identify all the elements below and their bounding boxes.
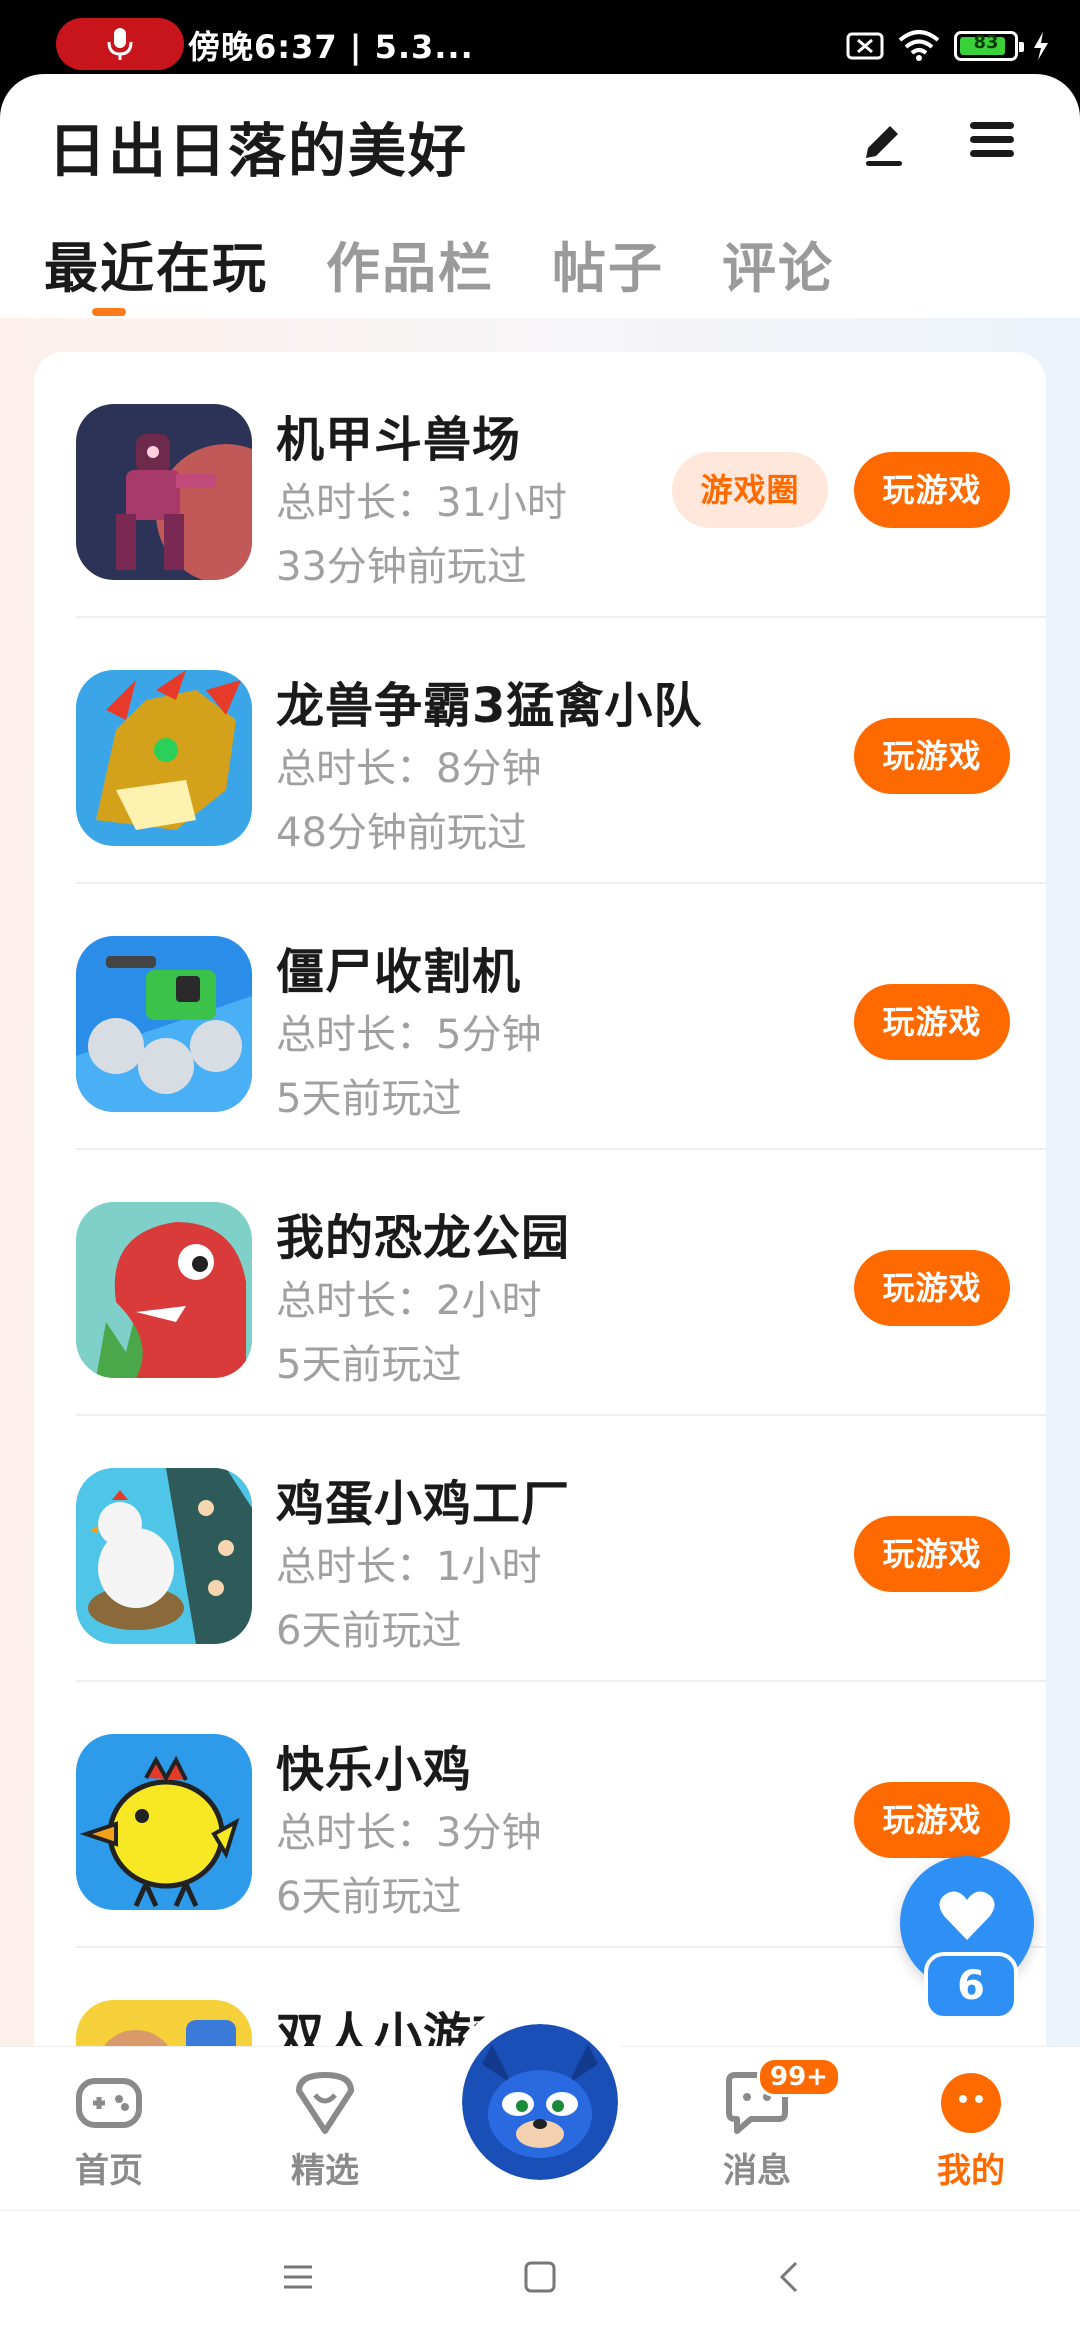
profile-icon bbox=[935, 2067, 1007, 2139]
play-game-button[interactable]: 玩游戏 bbox=[854, 1516, 1010, 1592]
home-button[interactable] bbox=[520, 2257, 560, 2297]
game-duration: 总时长：5分钟 bbox=[276, 1012, 542, 1058]
game-last-played: 5天前玩过 bbox=[276, 1342, 462, 1388]
heart-badge-icon bbox=[289, 2067, 361, 2139]
profile-tabs: 最近在玩 作品栏 帖子 评论 bbox=[44, 224, 892, 303]
page-title: 日出日落的美好 bbox=[48, 117, 469, 185]
battery-icon: 83 bbox=[954, 31, 1024, 61]
game-title: 机甲斗兽场 bbox=[276, 412, 522, 468]
wifi-icon bbox=[898, 30, 940, 61]
play-game-button[interactable]: 玩游戏 bbox=[854, 1782, 1010, 1858]
sim-x-icon bbox=[846, 32, 884, 60]
game-thumbnail[interactable] bbox=[76, 670, 252, 846]
game-duration: 总时长：8分钟 bbox=[276, 746, 542, 792]
game-thumbnail[interactable] bbox=[76, 1734, 252, 1910]
microphone-icon bbox=[107, 28, 133, 60]
play-game-button[interactable]: 玩游戏 bbox=[854, 718, 1010, 794]
system-navigation-bar bbox=[0, 2210, 1080, 2341]
game-row[interactable]: 我的恐龙公园 总时长：2小时 5天前玩过 玩游戏 bbox=[34, 1150, 1046, 1416]
nav-featured-label: 精选 bbox=[291, 2151, 359, 2191]
tab-posts[interactable]: 帖子 bbox=[552, 224, 664, 303]
game-thumbnail[interactable] bbox=[76, 1468, 252, 1644]
game-last-played: 5天前玩过 bbox=[276, 1076, 462, 1122]
game-last-played: 48分钟前玩过 bbox=[276, 810, 527, 856]
game-title: 鸡蛋小鸡工厂 bbox=[276, 1476, 571, 1532]
game-last-played: 33分钟前玩过 bbox=[276, 544, 527, 590]
game-duration: 总时长：1小时 bbox=[276, 1544, 542, 1590]
game-duration: 总时长：31小时 bbox=[276, 480, 567, 526]
game-duration: 总时长：2小时 bbox=[276, 1278, 542, 1324]
game-row[interactable]: 机甲斗兽场 总时长：31小时 33分钟前玩过 游戏圈 玩游戏 bbox=[34, 352, 1046, 618]
game-title: 快乐小鸡 bbox=[276, 1742, 473, 1798]
status-icons: 83 bbox=[846, 26, 1050, 66]
back-chevron-icon bbox=[779, 2261, 798, 2293]
charging-icon bbox=[1034, 32, 1048, 60]
active-tab-indicator bbox=[92, 308, 126, 316]
menu-lines-icon bbox=[284, 2265, 312, 2289]
recent-games-card: 机甲斗兽场 总时长：31小时 33分钟前玩过 游戏圈 玩游戏 龙兽争霸3猛禽小队… bbox=[34, 352, 1046, 2176]
nav-messages-label: 消息 bbox=[723, 2151, 791, 2191]
game-last-played: 6天前玩过 bbox=[276, 1874, 462, 1920]
game-duration: 总时长：3分钟 bbox=[276, 1810, 542, 1856]
game-thumbnail[interactable] bbox=[76, 404, 252, 580]
mascot-avatar bbox=[462, 2024, 618, 2180]
recents-button[interactable] bbox=[278, 2257, 318, 2297]
like-count-badge: 6 bbox=[924, 1952, 1018, 2020]
center-avatar-button[interactable] bbox=[462, 2024, 618, 2180]
menu-icon bbox=[970, 122, 1014, 157]
message-count-badge: 99+ bbox=[757, 2057, 841, 2097]
game-row[interactable]: 快乐小鸡 总时长：3分钟 6天前玩过 玩游戏 bbox=[34, 1682, 1046, 1948]
recording-indicator[interactable] bbox=[56, 18, 184, 70]
game-thumbnail[interactable] bbox=[76, 1202, 252, 1378]
play-game-button[interactable]: 玩游戏 bbox=[854, 984, 1010, 1060]
nav-messages[interactable]: 99+ 消息 bbox=[682, 2057, 841, 2192]
back-button[interactable] bbox=[770, 2257, 810, 2297]
gamepad-icon bbox=[73, 2067, 145, 2139]
tab-works[interactable]: 作品栏 bbox=[326, 224, 494, 303]
game-row[interactable]: 僵尸收割机 总时长：5分钟 5天前玩过 玩游戏 bbox=[34, 884, 1046, 1150]
play-game-button[interactable]: 玩游戏 bbox=[854, 1250, 1010, 1326]
game-row[interactable]: 鸡蛋小鸡工厂 总时长：1小时 6天前玩过 玩游戏 bbox=[34, 1416, 1046, 1682]
nav-profile-label: 我的 bbox=[937, 2151, 1005, 2191]
battery-level: 83 bbox=[973, 32, 999, 53]
game-title: 我的恐龙公园 bbox=[276, 1210, 571, 1266]
game-title: 僵尸收割机 bbox=[276, 944, 522, 1000]
status-bar: 傍晚6:37 | 5.3... 83 bbox=[0, 0, 1080, 78]
nav-featured[interactable]: 精选 bbox=[250, 2067, 400, 2192]
chat-icon: 99+ bbox=[721, 2057, 841, 2139]
nav-profile[interactable]: 我的 bbox=[896, 2067, 1046, 2192]
nav-home-label: 首页 bbox=[75, 2151, 143, 2191]
nav-home[interactable]: 首页 bbox=[34, 2067, 184, 2192]
game-thumbnail[interactable] bbox=[76, 936, 252, 1112]
heart-icon bbox=[939, 1891, 995, 1940]
game-circle-button[interactable]: 游戏圈 bbox=[672, 452, 828, 528]
edit-icon bbox=[866, 126, 902, 166]
edit-button[interactable] bbox=[856, 112, 912, 168]
tab-comments[interactable]: 评论 bbox=[722, 224, 834, 303]
tab-recent-play[interactable]: 最近在玩 bbox=[44, 224, 268, 303]
menu-button[interactable] bbox=[964, 112, 1020, 168]
play-game-button[interactable]: 玩游戏 bbox=[854, 452, 1010, 528]
status-time-text: 傍晚6:37 | 5.3... bbox=[188, 28, 474, 66]
game-title: 龙兽争霸3猛禽小队 bbox=[276, 678, 703, 734]
game-row[interactable]: 龙兽争霸3猛禽小队 总时长：8分钟 48分钟前玩过 玩游戏 bbox=[34, 618, 1046, 884]
square-icon bbox=[524, 2261, 556, 2293]
game-last-played: 6天前玩过 bbox=[276, 1608, 462, 1654]
